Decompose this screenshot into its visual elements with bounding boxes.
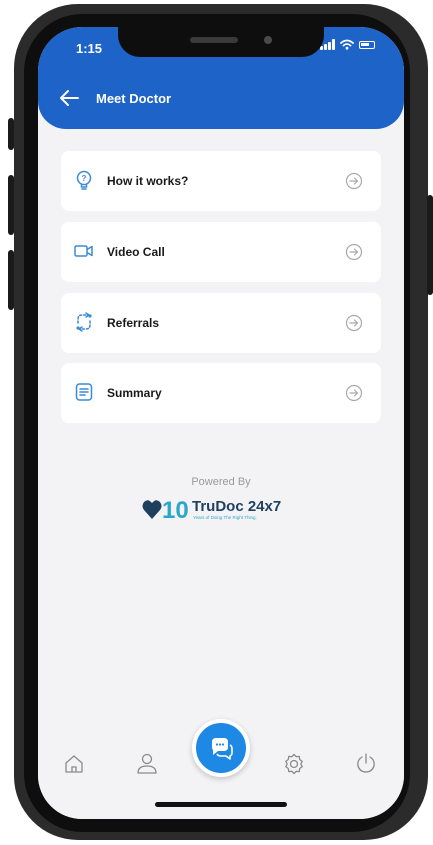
menu-item-referrals[interactable]: Referrals	[61, 293, 381, 353]
status-time: 1:15	[76, 41, 103, 56]
document-icon	[75, 383, 93, 401]
notch	[118, 27, 324, 57]
arrow-right-circle-icon	[345, 384, 363, 402]
svg-text:?: ?	[82, 174, 87, 183]
app-header: 1:15 Meet Doctor	[38, 27, 404, 129]
wifi-icon	[339, 39, 354, 50]
menu-item-summary[interactable]: Summary	[61, 363, 381, 423]
logo-number: 10	[162, 497, 189, 523]
battery-icon	[358, 40, 375, 49]
arrow-right-circle-icon	[345, 314, 363, 332]
logo-name: TruDoc 24x7	[192, 498, 281, 515]
volume-up-button	[8, 175, 14, 235]
status-icons	[320, 39, 375, 50]
menu-label: Referrals	[107, 316, 160, 330]
menu-item-video-call[interactable]: Video Call	[61, 222, 381, 282]
silent-switch	[8, 118, 14, 150]
menu-item-how-it-works[interactable]: ? How it works?	[61, 151, 381, 211]
menu-label: Video Call	[107, 245, 165, 259]
video-camera-icon	[74, 245, 93, 257]
back-arrow-icon[interactable]	[58, 87, 80, 109]
lightbulb-icon: ?	[76, 170, 92, 190]
page-title: Meet Doctor	[96, 91, 172, 106]
home-icon[interactable]	[62, 752, 86, 776]
menu-label: How it works?	[107, 174, 189, 188]
power-side-button	[427, 195, 433, 295]
logo-tagline: Years of Doing The Right Thing.	[193, 515, 257, 520]
volume-down-button	[8, 250, 14, 310]
arrow-right-circle-icon	[345, 172, 363, 190]
profile-icon[interactable]	[135, 751, 159, 775]
chat-icon	[212, 738, 233, 760]
trudoc-logo: 10 TruDoc 24x7 Years of Doing The Right …	[142, 497, 281, 523]
speaker-grille	[190, 37, 238, 43]
menu-label: Summary	[107, 386, 162, 400]
power-icon[interactable]	[354, 751, 378, 775]
front-camera	[264, 36, 272, 44]
chat-button[interactable]	[192, 719, 250, 777]
settings-icon[interactable]	[282, 752, 306, 776]
app-screen: 1:15 Meet Doctor ? How it works? Video C…	[38, 27, 404, 819]
powered-by-text: Powered By	[191, 476, 251, 488]
home-indicator[interactable]	[155, 802, 287, 807]
referral-icon	[76, 312, 92, 332]
arrow-right-circle-icon	[345, 243, 363, 261]
